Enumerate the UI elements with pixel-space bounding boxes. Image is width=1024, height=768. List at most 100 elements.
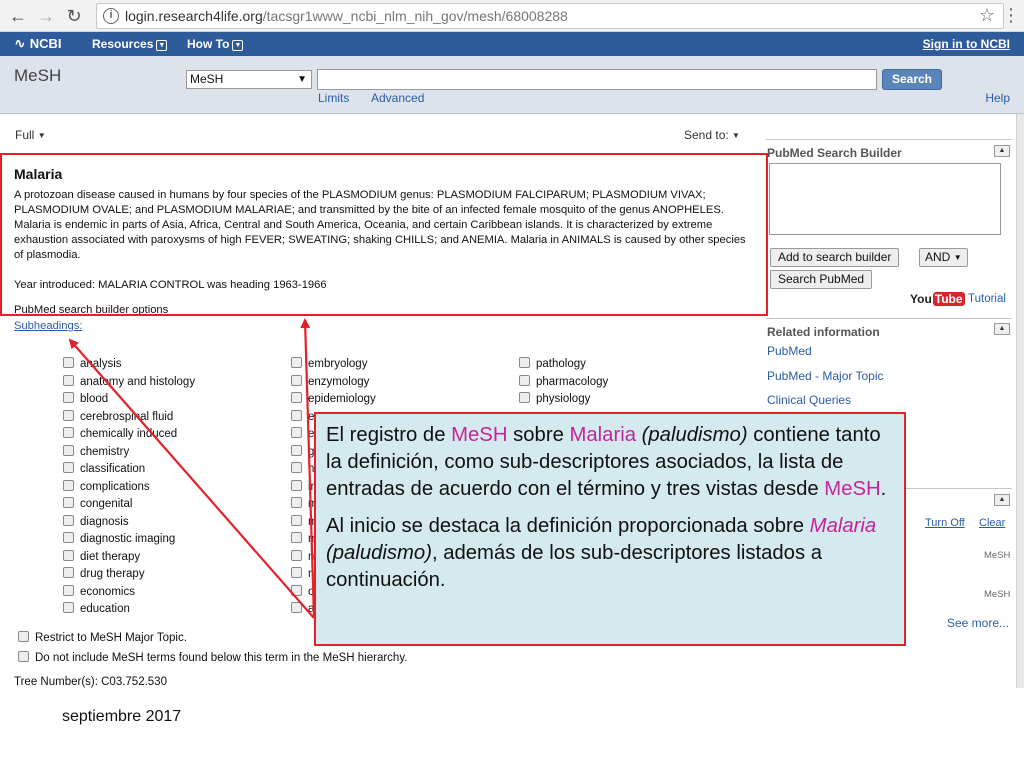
subheading-option[interactable]: e <box>291 409 314 426</box>
checkbox[interactable] <box>291 532 302 543</box>
subheading-option[interactable]: cerebrospinal fluid <box>63 409 173 426</box>
display-format-menu[interactable]: Full ▼ <box>15 128 46 142</box>
checkbox[interactable] <box>291 584 302 596</box>
collapse-icon[interactable]: ▲ <box>994 145 1010 157</box>
checkbox[interactable] <box>291 392 302 403</box>
signin-link[interactable]: Sign in to NCBI <box>923 37 1010 51</box>
checkbox[interactable] <box>63 514 74 526</box>
subheading-option[interactable]: pathology <box>519 357 586 373</box>
send-to-menu[interactable]: Send to: ▼ <box>684 128 740 142</box>
operator-select[interactable]: AND ▼ <box>919 248 968 267</box>
database-select[interactable]: MeSH ▼ <box>186 70 312 89</box>
limits-link[interactable]: Limits <box>318 91 349 105</box>
search-input[interactable] <box>317 69 877 90</box>
collapse-icon[interactable]: ▲ <box>994 323 1010 335</box>
checkbox[interactable] <box>63 427 74 438</box>
subheading-option[interactable]: enzymology <box>291 374 369 391</box>
checkbox[interactable] <box>63 374 74 386</box>
checkbox[interactable] <box>18 631 29 642</box>
subheading-option[interactable]: classification <box>63 462 145 478</box>
subheading-option[interactable]: o <box>291 584 314 601</box>
related-link-clinical-queries[interactable]: Clinical Queries <box>767 393 851 407</box>
checkbox[interactable] <box>63 357 74 368</box>
checkbox[interactable] <box>291 427 302 438</box>
checkbox[interactable] <box>291 497 302 508</box>
checkbox[interactable] <box>291 462 302 473</box>
checkbox[interactable] <box>63 479 74 491</box>
subheading-option[interactable]: economics <box>63 584 135 601</box>
resources-menu[interactable]: Resources ▼ <box>92 37 168 51</box>
checkbox[interactable] <box>291 479 302 491</box>
checkbox[interactable] <box>519 357 530 368</box>
checkbox[interactable] <box>291 409 302 421</box>
checkbox[interactable] <box>18 651 29 662</box>
checkbox[interactable] <box>63 602 74 613</box>
scrollbar[interactable] <box>1016 114 1024 688</box>
subheading-option[interactable]: congenital <box>63 497 132 513</box>
checkbox[interactable] <box>291 444 302 456</box>
subheading-option[interactable]: epidemiology <box>291 392 376 408</box>
checkbox[interactable] <box>291 549 302 561</box>
no-explode-option[interactable]: Do not include MeSH terms found below th… <box>18 651 407 664</box>
ncbi-logo[interactable]: ∿ NCBI <box>14 35 62 52</box>
related-link-pubmed[interactable]: PubMed <box>767 344 812 358</box>
subheading-option[interactable]: embryology <box>291 357 367 373</box>
checkbox[interactable] <box>63 497 74 508</box>
checkbox[interactable] <box>519 374 530 386</box>
subheading-option[interactable]: education <box>63 602 130 618</box>
help-link[interactable]: Help <box>985 91 1010 105</box>
checkbox[interactable] <box>291 374 302 386</box>
info-icon[interactable]: i <box>103 8 119 24</box>
checkbox[interactable] <box>63 549 74 561</box>
checkbox[interactable] <box>291 567 302 578</box>
tutorial-link[interactable]: Tutorial <box>968 293 1006 305</box>
add-to-builder-button[interactable]: Add to search builder <box>770 248 900 267</box>
subheading-option[interactable]: chemistry <box>63 444 129 461</box>
menu-icon[interactable]: ⋮ <box>1002 4 1020 26</box>
star-icon[interactable]: ☆ <box>979 5 995 26</box>
subheading-option[interactable]: blood <box>63 392 108 408</box>
arrow-right-icon[interactable]: → <box>34 4 58 28</box>
url-text[interactable]: login.research4life.org/tacsgr1www_ncbi_… <box>125 8 568 24</box>
checkbox[interactable] <box>291 602 302 613</box>
checkbox[interactable] <box>63 532 74 543</box>
checkbox[interactable] <box>291 514 302 526</box>
collapse-icon[interactable]: ▲ <box>994 494 1010 506</box>
search-button[interactable]: Search <box>882 69 942 90</box>
subheading-option[interactable]: analysis <box>63 357 122 373</box>
subheadings-label[interactable]: Subheadings: <box>14 320 82 332</box>
subheading-option[interactable]: n <box>291 549 314 566</box>
recent-turn-off-link[interactable]: Turn Off <box>925 517 965 529</box>
checkbox[interactable] <box>63 444 74 456</box>
subheading-option[interactable]: h <box>291 462 314 478</box>
subheading-option[interactable]: complications <box>63 479 150 496</box>
subheading-option[interactable]: e <box>291 427 314 443</box>
checkbox[interactable] <box>63 567 74 578</box>
arrow-left-icon[interactable]: ← <box>6 4 30 28</box>
subheading-option[interactable]: n <box>291 567 314 583</box>
subheading-option[interactable]: chemically induced <box>63 427 177 443</box>
subheading-option[interactable]: pharmacology <box>519 374 608 391</box>
see-more-link[interactable]: See more... <box>947 616 1009 630</box>
subheading-option[interactable]: g <box>291 444 314 461</box>
checkbox[interactable] <box>291 357 302 368</box>
advanced-link[interactable]: Advanced <box>371 91 424 105</box>
related-link-major-topic[interactable]: PubMed - Major Topic <box>767 369 884 383</box>
subheading-option[interactable]: drug therapy <box>63 567 145 583</box>
recent-clear-link[interactable]: Clear <box>979 517 1005 529</box>
subheading-option[interactable]: physiology <box>519 392 590 408</box>
checkbox[interactable] <box>63 462 74 473</box>
howto-menu[interactable]: How To ▼ <box>187 37 244 51</box>
address-bar[interactable]: i login.research4life.org/tacsgr1www_ncb… <box>96 3 1004 29</box>
subheading-option[interactable]: diet therapy <box>63 549 140 566</box>
reload-icon[interactable]: ↻ <box>62 4 86 28</box>
youtube-logo[interactable]: You Tube <box>910 292 965 306</box>
checkbox[interactable] <box>519 392 530 403</box>
checkbox[interactable] <box>63 392 74 403</box>
checkbox[interactable] <box>63 409 74 421</box>
subheading-option[interactable]: anatomy and histology <box>63 374 195 391</box>
subheading-option[interactable]: diagnostic imaging <box>63 532 175 548</box>
subheading-option[interactable]: diagnosis <box>63 514 129 531</box>
restrict-major-option[interactable]: Restrict to MeSH Major Topic. <box>18 631 187 644</box>
builder-textarea[interactable] <box>769 163 1001 235</box>
